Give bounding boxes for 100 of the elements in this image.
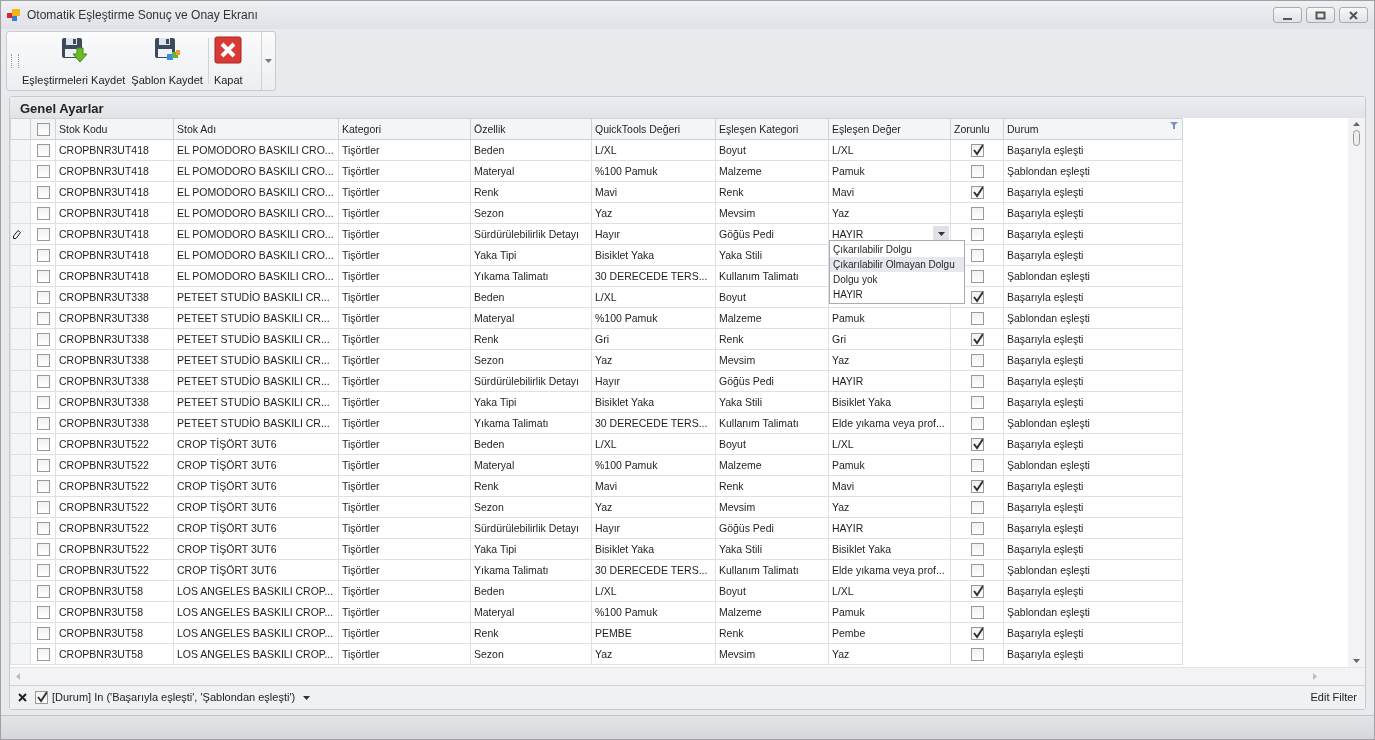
required-checkbox[interactable] xyxy=(970,354,984,368)
pencil-icon xyxy=(13,230,21,240)
required-checkbox[interactable] xyxy=(970,438,984,452)
required-checkbox[interactable] xyxy=(970,522,984,536)
row-checkbox[interactable] xyxy=(36,543,50,557)
table-cell: EL POMODORO BASKILI CRO... xyxy=(177,248,334,261)
row-checkbox[interactable] xyxy=(36,249,50,263)
close-button[interactable]: Kapat xyxy=(210,32,246,90)
row-checkbox[interactable] xyxy=(36,207,50,221)
required-checkbox[interactable] xyxy=(970,585,984,599)
maximize-button[interactable] xyxy=(1306,7,1335,23)
row-checkbox[interactable] xyxy=(36,396,50,410)
row-checkbox[interactable] xyxy=(36,627,50,641)
row-checkbox[interactable] xyxy=(36,417,50,431)
table-cell: LOS ANGELES BASKILI CROP... xyxy=(177,605,334,618)
row-checkbox[interactable] xyxy=(36,648,50,662)
table-cell: Tişörtler xyxy=(342,563,380,576)
row-checkbox[interactable] xyxy=(36,585,50,599)
required-checkbox[interactable] xyxy=(970,165,984,179)
column-header[interactable]: Durum xyxy=(1007,122,1039,135)
required-checkbox[interactable] xyxy=(970,207,984,221)
required-checkbox[interactable] xyxy=(970,270,984,284)
required-checkbox[interactable] xyxy=(970,291,984,305)
row-checkbox[interactable] xyxy=(36,459,50,473)
status-text: Başarıyla eşleşti xyxy=(1007,185,1084,198)
row-checkbox[interactable] xyxy=(36,480,50,494)
required-checkbox[interactable] xyxy=(970,333,984,347)
row-checkbox[interactable] xyxy=(36,438,50,452)
required-checkbox[interactable] xyxy=(970,144,984,158)
table-cell: Malzeme xyxy=(719,164,762,177)
table-cell: Elde yıkama veya prof... xyxy=(832,416,945,429)
table-cell: Bisiklet Yaka xyxy=(595,248,655,261)
dropdown-option[interactable]: Çıkarılabilir Olmayan Dolgu xyxy=(830,257,964,272)
table-cell: EL POMODORO BASKILI CRO... xyxy=(177,206,334,219)
row-checkbox[interactable] xyxy=(36,522,50,536)
column-header[interactable]: Kategori xyxy=(342,122,382,135)
required-checkbox[interactable] xyxy=(970,480,984,494)
row-checkbox[interactable] xyxy=(36,564,50,578)
required-checkbox[interactable] xyxy=(970,417,984,431)
required-checkbox[interactable] xyxy=(970,459,984,473)
required-checkbox[interactable] xyxy=(970,627,984,641)
table-cell: Renk xyxy=(719,479,744,492)
required-checkbox[interactable] xyxy=(970,312,984,326)
required-checkbox[interactable] xyxy=(970,249,984,263)
table-cell: Materyal xyxy=(474,164,515,177)
table-cell: Elde yıkama veya prof... xyxy=(832,563,945,576)
filter-expression[interactable]: [Durum] In ('Başarıyla eşleşti', 'Şablondan eşleşti') xyxy=(52,689,296,706)
required-checkbox[interactable] xyxy=(970,396,984,410)
scroll-down-icon[interactable] xyxy=(1353,659,1360,663)
required-checkbox[interactable] xyxy=(970,228,984,242)
column-header[interactable]: Stok Adı xyxy=(177,122,217,135)
toolbar-overflow-button[interactable] xyxy=(261,32,275,90)
table-cell: Mavi xyxy=(832,185,855,198)
save-button[interactable]: Eşleştirmeleri Kaydet xyxy=(19,32,129,90)
minimize-button[interactable] xyxy=(1273,7,1302,23)
required-checkbox[interactable] xyxy=(970,501,984,515)
status-text: Başarıyla eşleşti xyxy=(1007,227,1084,240)
table-cell: Yaz xyxy=(595,500,613,513)
table-cell: Mevsim xyxy=(719,206,756,219)
required-checkbox[interactable] xyxy=(970,606,984,620)
select-all-checkbox[interactable] xyxy=(36,123,50,137)
table-cell: L/XL xyxy=(595,290,617,303)
row-checkbox[interactable] xyxy=(36,312,50,326)
row-checkbox[interactable] xyxy=(36,606,50,620)
filter-icon[interactable] xyxy=(1170,122,1178,129)
scroll-up-icon[interactable] xyxy=(1353,122,1360,126)
row-checkbox[interactable] xyxy=(36,228,50,242)
row-checkbox[interactable] xyxy=(36,270,50,284)
dropdown-option[interactable]: Çıkarılabilir Dolgu xyxy=(830,242,964,257)
close-filter-icon[interactable] xyxy=(18,693,27,702)
table-cell: PETEET STUDİO BASKILI CR... xyxy=(177,311,330,324)
caret-icon[interactable] xyxy=(303,695,311,700)
dropdown-option[interactable]: HAYIR xyxy=(830,287,964,302)
table-cell: Renk xyxy=(474,479,499,492)
required-checkbox[interactable] xyxy=(970,186,984,200)
required-checkbox[interactable] xyxy=(970,543,984,557)
close-button[interactable] xyxy=(1339,7,1368,23)
scroll-left-icon[interactable] xyxy=(16,673,20,680)
table-cell: Tişörtler xyxy=(342,521,380,534)
scrollbar-thumb[interactable] xyxy=(1353,130,1360,146)
row-checkbox[interactable] xyxy=(36,501,50,515)
dropdown-option[interactable]: Dolgu yok xyxy=(830,272,964,287)
scroll-right-icon[interactable] xyxy=(1313,673,1317,680)
required-checkbox[interactable] xyxy=(970,648,984,662)
table-cell: CROPBNR3UT338 xyxy=(59,290,149,303)
required-checkbox[interactable] xyxy=(970,564,984,578)
row-checkbox[interactable] xyxy=(36,186,50,200)
row-checkbox[interactable] xyxy=(36,333,50,347)
row-checkbox[interactable] xyxy=(36,354,50,368)
table-cell: CROPBNR3UT338 xyxy=(59,332,149,345)
column-header[interactable]: Özellik xyxy=(474,122,506,135)
filter-checkbox[interactable] xyxy=(35,691,48,704)
row-checkbox[interactable] xyxy=(36,375,50,389)
required-checkbox[interactable] xyxy=(970,375,984,389)
row-checkbox[interactable] xyxy=(36,144,50,158)
edit-filter-link[interactable]: Edit Filter xyxy=(1310,689,1357,706)
row-checkbox[interactable] xyxy=(36,291,50,305)
row-checkbox[interactable] xyxy=(36,165,50,179)
table-cell: Tişörtler xyxy=(342,164,380,177)
save-button[interactable]: Şablon Kaydet xyxy=(128,32,206,90)
